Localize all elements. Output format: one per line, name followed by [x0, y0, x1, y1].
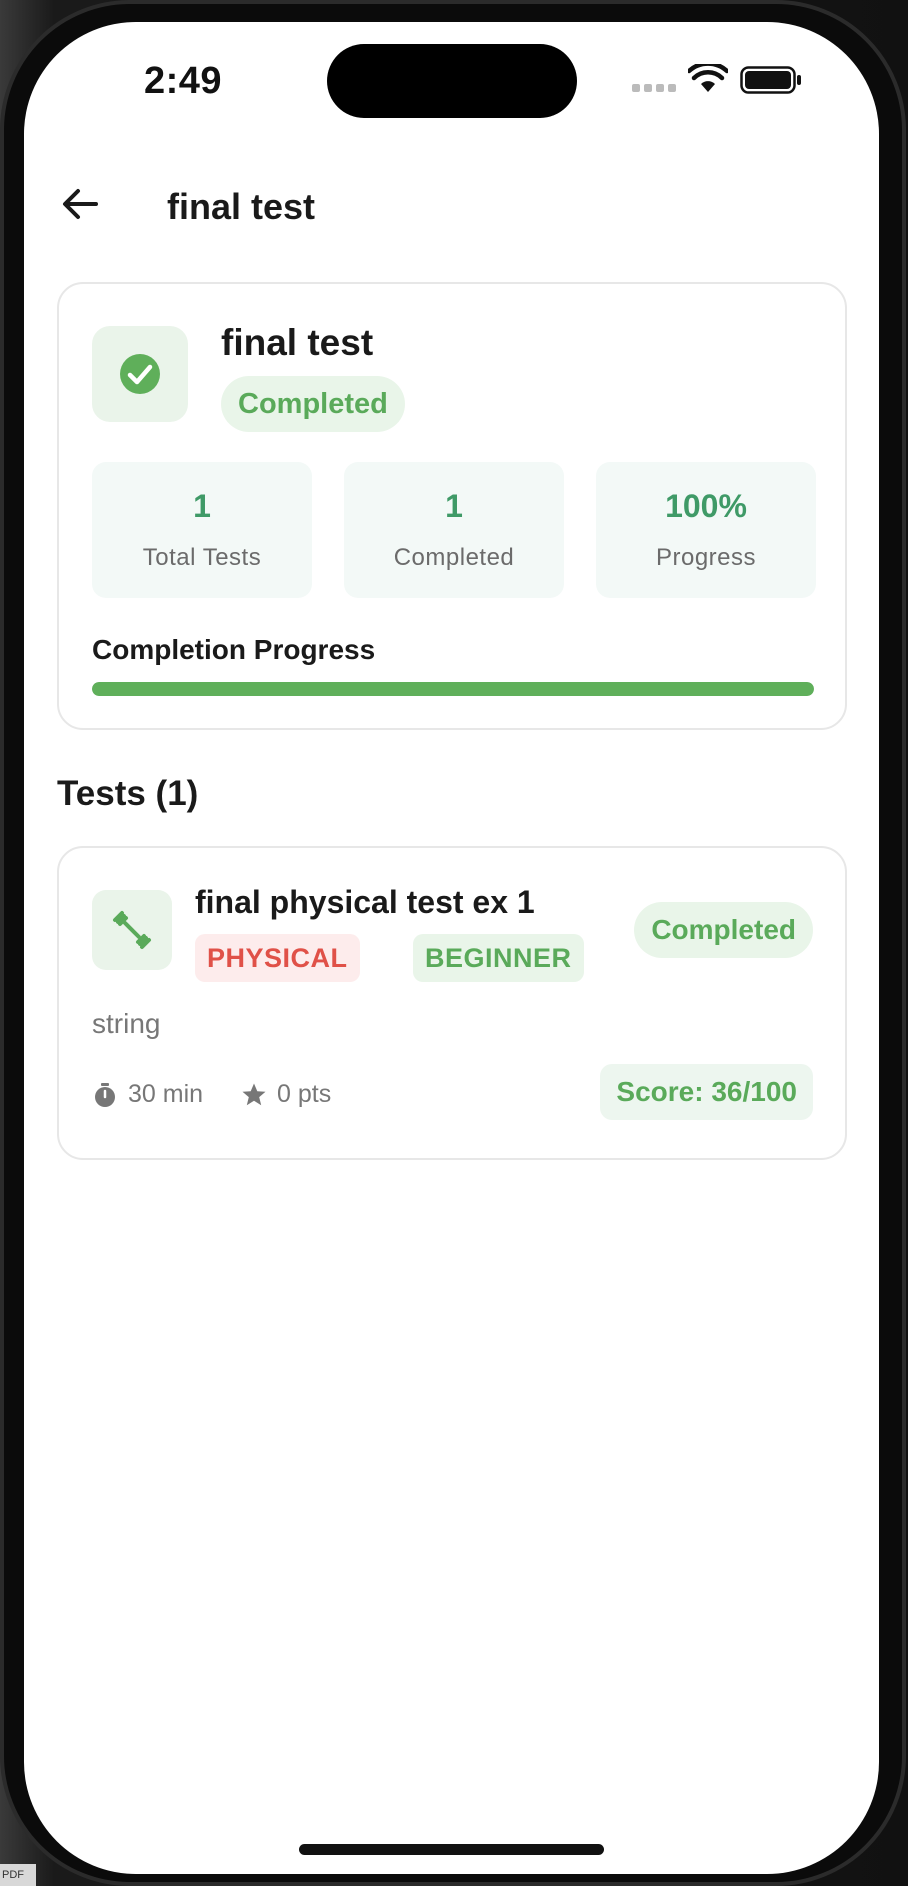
- duration-meta: 30 min: [92, 1080, 222, 1110]
- summary-icon-container: [92, 326, 188, 422]
- duration-text: 30 min: [128, 1080, 204, 1108]
- stat-value: 100%: [665, 488, 747, 524]
- cellular-signal-icon: [632, 84, 678, 96]
- summary-card: final test Completed 1 Total Tests 1 Com…: [57, 282, 847, 730]
- dynamic-island: [327, 44, 577, 118]
- status-badge: Completed: [221, 376, 405, 432]
- app-screen: 2:49 final test final test Completed 1 T…: [24, 22, 879, 1874]
- status-bar: 2:49: [24, 22, 879, 142]
- stat-completed: 1 Completed: [344, 462, 564, 598]
- battery-icon: [740, 66, 801, 94]
- progress-bar-fill: [92, 682, 814, 696]
- home-indicator: [299, 1844, 604, 1855]
- test-card[interactable]: final physical test ex 1 PHYSICAL BEGINN…: [57, 846, 847, 1160]
- tests-section-title: Tests (1): [57, 774, 199, 813]
- level-tag: BEGINNER: [413, 934, 584, 982]
- star-icon: [242, 1083, 266, 1106]
- stat-value: 1: [193, 488, 211, 524]
- test-description: string: [92, 1008, 161, 1039]
- test-status-badge: Completed: [634, 902, 813, 958]
- stat-value: 1: [445, 488, 463, 524]
- page-title: final test: [167, 186, 316, 227]
- test-title: final physical test ex 1: [195, 884, 535, 920]
- timer-icon: [95, 1083, 115, 1107]
- stat-label: Completed: [393, 544, 515, 571]
- summary-title: final test: [221, 322, 374, 363]
- wifi-icon: [688, 64, 728, 92]
- points-meta: 0 pts: [241, 1080, 361, 1110]
- stat-progress: 100% Progress: [596, 462, 816, 598]
- pdf-label: PDF: [0, 1864, 36, 1886]
- stat-total-tests: 1 Total Tests: [92, 462, 312, 598]
- status-time: 2:49: [144, 60, 223, 102]
- stat-label: Progress: [655, 544, 757, 571]
- check-circle-icon: [120, 354, 160, 394]
- points-text: 0 pts: [277, 1080, 332, 1108]
- arrow-left-icon[interactable]: [58, 182, 102, 226]
- phone-frame: 2:49 final test final test Completed 1 T…: [0, 0, 906, 1886]
- test-icon-container: [92, 890, 172, 970]
- app-header: final test: [24, 162, 879, 252]
- dumbbell-icon: [113, 911, 151, 949]
- stat-label: Total Tests: [142, 544, 262, 571]
- score-badge: Score: 36/100: [600, 1064, 813, 1120]
- progress-label: Completion Progress: [92, 634, 376, 665]
- progress-bar: [92, 682, 814, 696]
- category-tag: PHYSICAL: [195, 934, 360, 982]
